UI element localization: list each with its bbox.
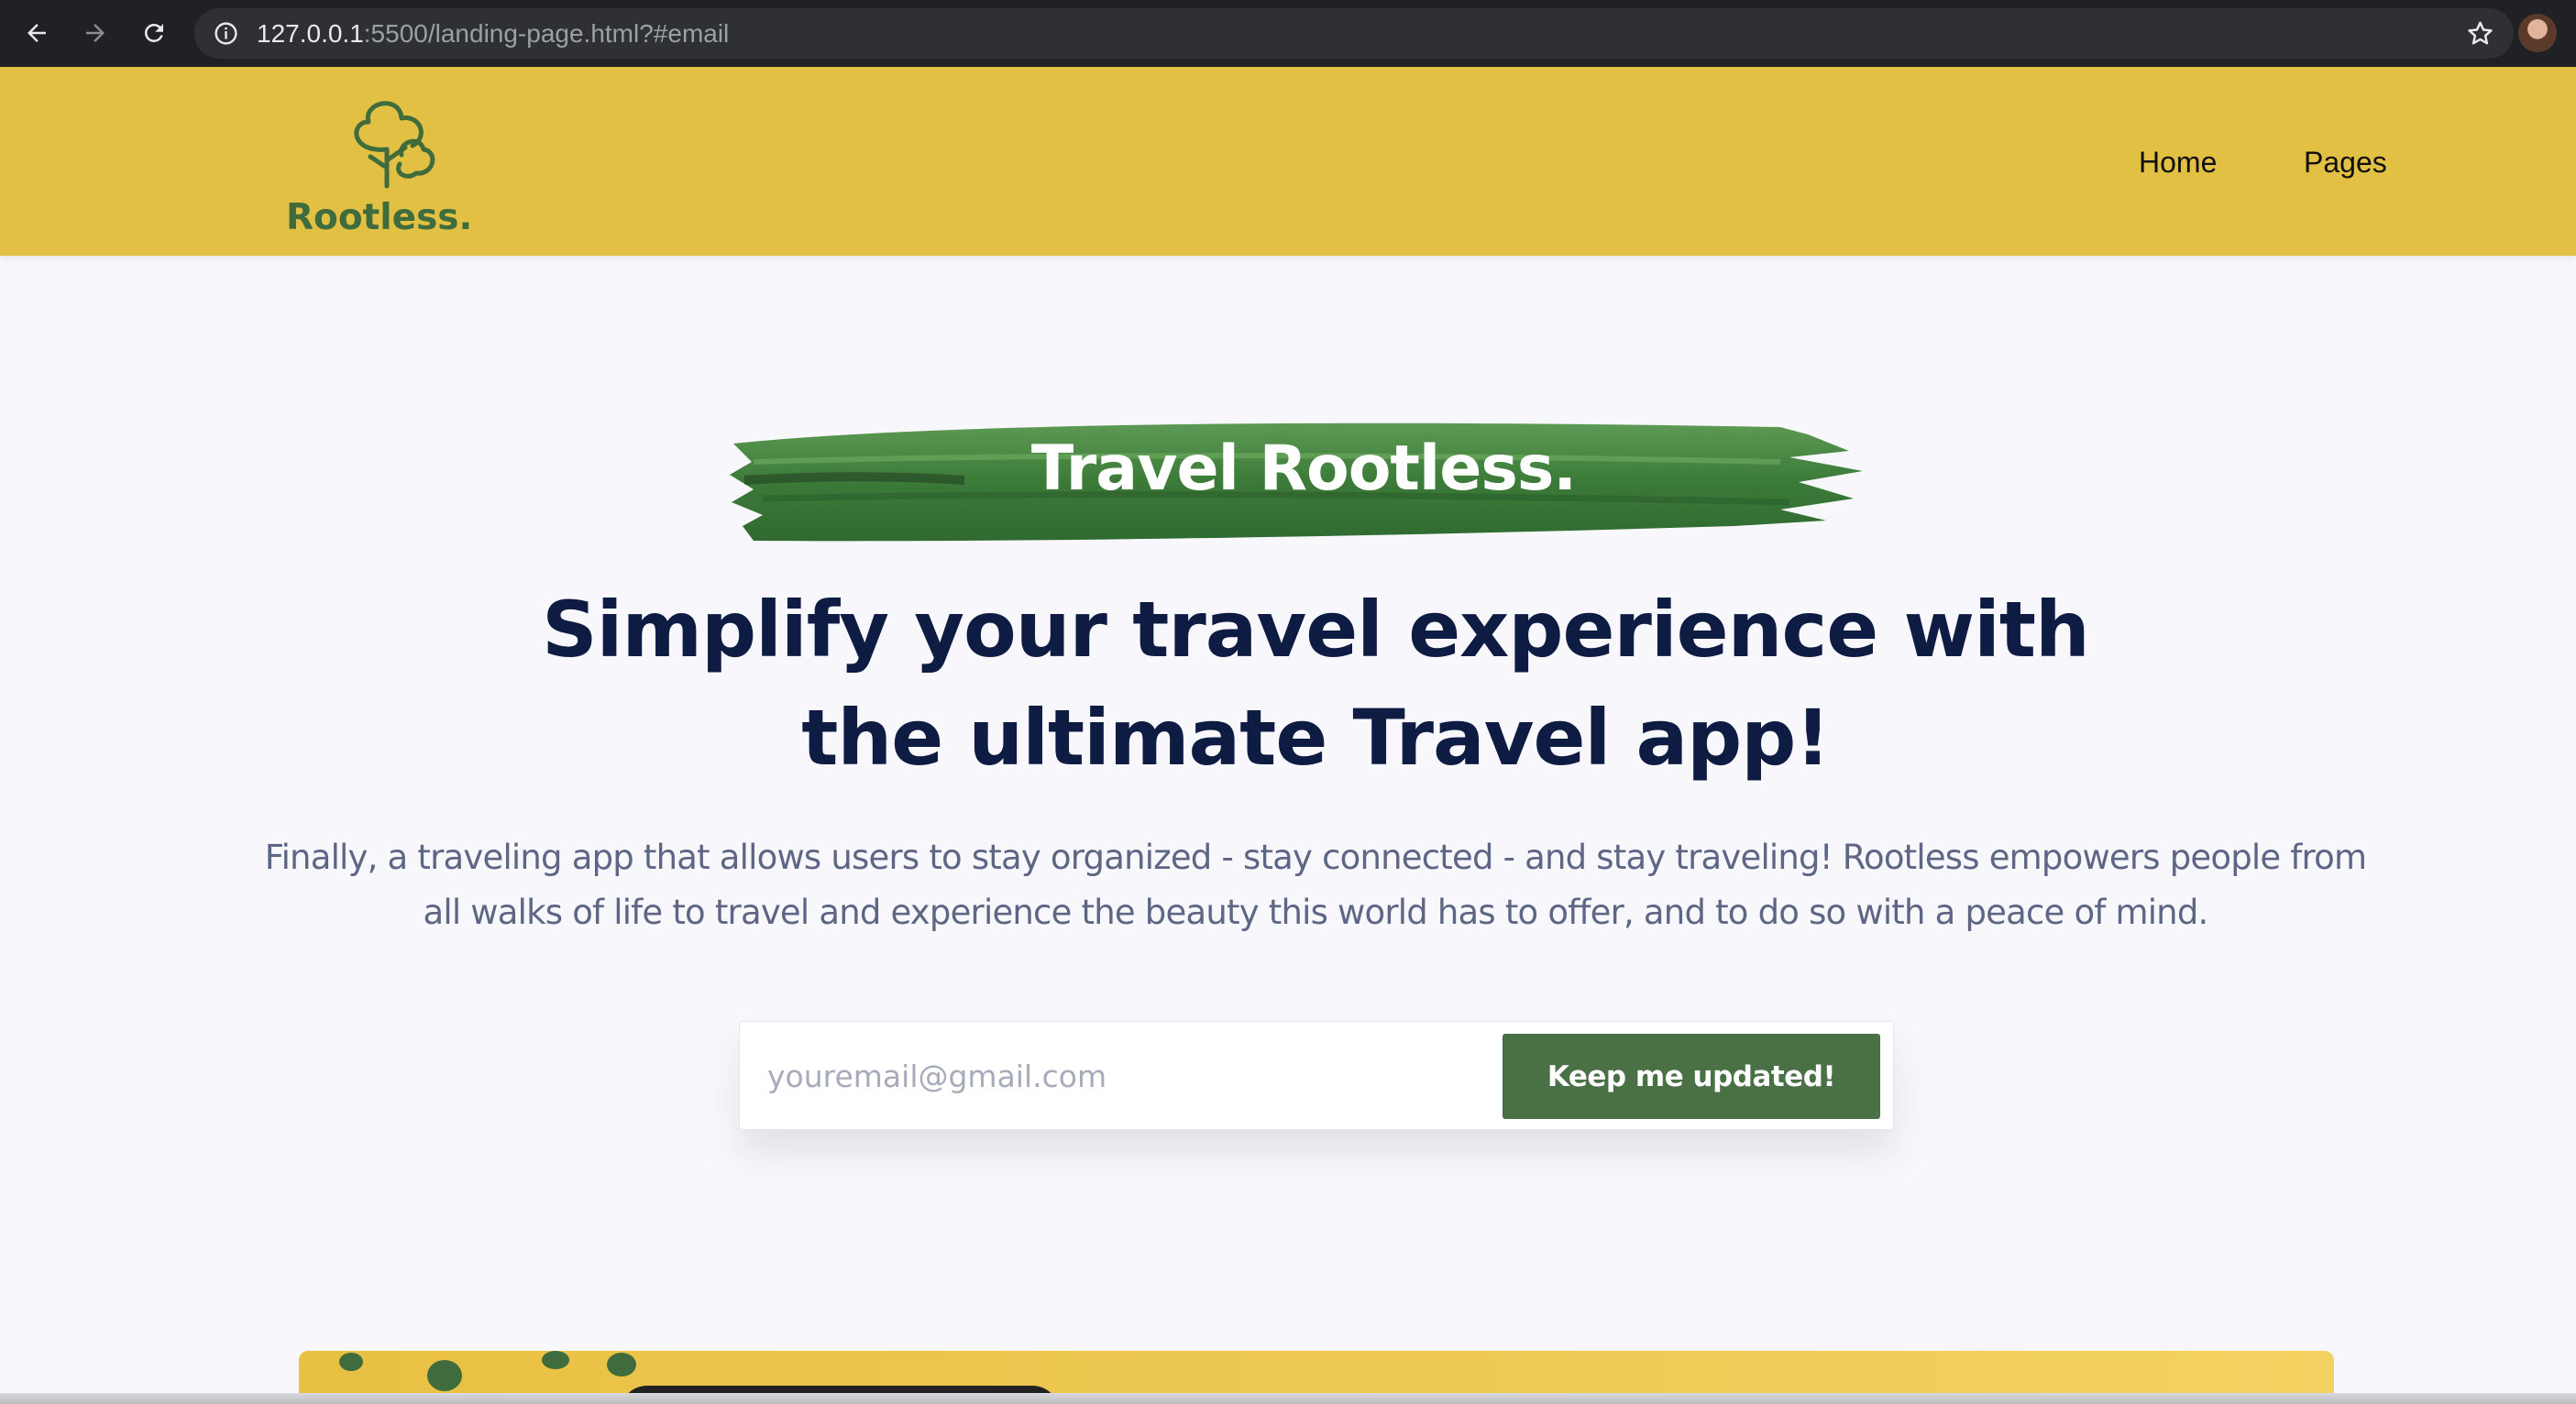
window-bottom-edge (0, 1393, 2576, 1404)
headline-emphasis: Travel (1352, 693, 1612, 783)
back-icon[interactable] (18, 15, 55, 51)
url-path: :5500/landing-page.html?#email (363, 19, 730, 48)
hero-headline: Simplify your travel experience with the… (371, 576, 2260, 792)
site-info-icon[interactable] (213, 20, 239, 47)
browser-toolbar: 127.0.0.1:5500/landing-page.html?#email (0, 0, 2576, 67)
url-host: 127.0.0.1 (257, 19, 364, 48)
logo[interactable]: Rootless. (286, 94, 488, 241)
url-text[interactable]: 127.0.0.1:5500/landing-page.html?#email (257, 8, 729, 59)
headline-text: Simplify your (542, 585, 1133, 675)
tree-logo-icon (354, 101, 435, 189)
profile-avatar[interactable] (2518, 14, 2557, 52)
description-line: all walks of life to travel and experien… (423, 893, 2209, 932)
nav-pages[interactable]: Pages (2304, 146, 2387, 180)
headline-text: the ultimate (801, 693, 1353, 783)
headline-text: app! (1610, 693, 1830, 783)
headline-emphasis: travel experience (1132, 585, 1878, 675)
leaf-decoration (427, 1360, 462, 1391)
bookmark-star-icon[interactable] (2465, 18, 2495, 49)
email-signup-form: Keep me updated! (739, 1021, 1894, 1130)
hero-eyebrow-title: Travel Rootless. (1030, 433, 1577, 505)
address-bar[interactable]: 127.0.0.1:5500/landing-page.html?#email (194, 8, 2514, 59)
leaf-decoration (339, 1353, 363, 1371)
reload-icon[interactable] (136, 15, 172, 51)
headline-text: with (1877, 585, 2089, 675)
nav-home[interactable]: Home (2139, 146, 2217, 180)
logo-wordmark: Rootless. (286, 197, 473, 238)
description-line: Finally, a traveling app that allows use… (264, 838, 2367, 877)
hero-description: Finally, a traveling app that allows use… (238, 830, 2393, 940)
email-field[interactable] (767, 1035, 1464, 1117)
leaf-decoration (542, 1351, 569, 1369)
leaf-decoration (607, 1353, 636, 1377)
site-header: Rootless. Home Pages (0, 67, 2576, 256)
keep-updated-button[interactable]: Keep me updated! (1503, 1034, 1880, 1119)
forward-icon[interactable] (77, 15, 114, 51)
